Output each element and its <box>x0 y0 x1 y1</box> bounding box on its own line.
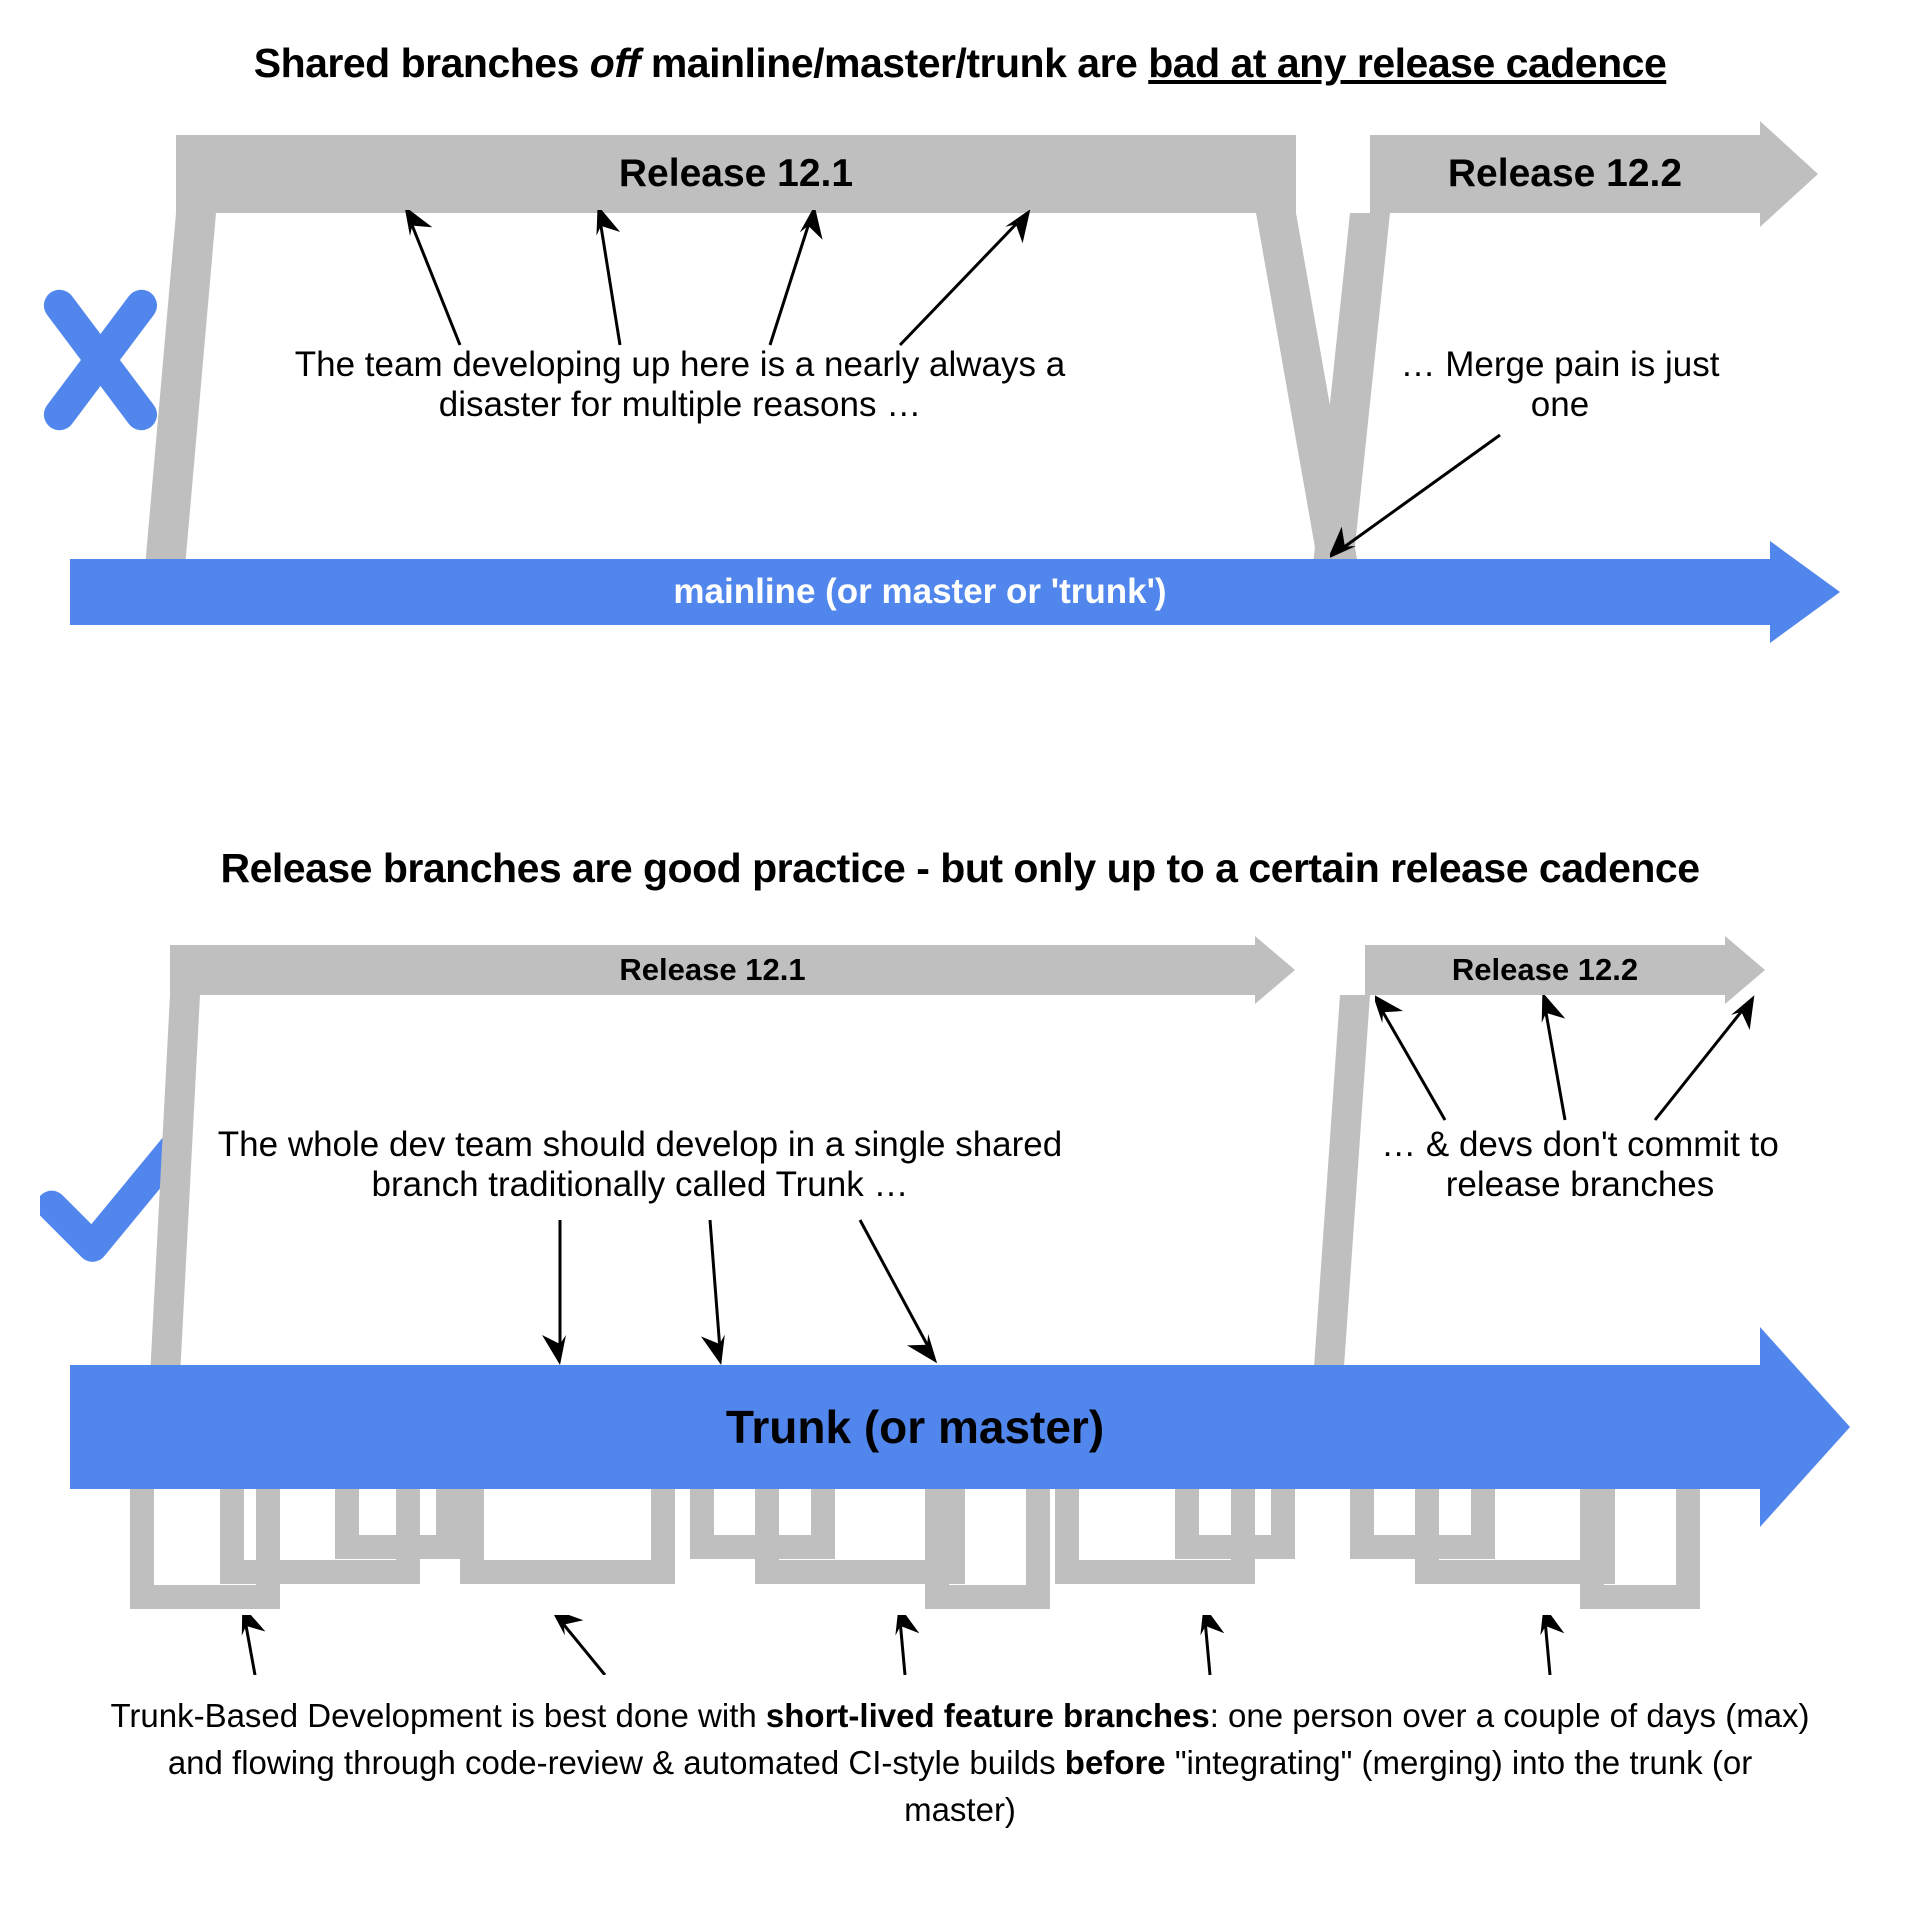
top-heading: Shared branches off mainline/master/trun… <box>70 40 1850 87</box>
release-12-2-arrowhead <box>1725 936 1765 1004</box>
feature-branch <box>335 1489 460 1559</box>
trunk-label: Trunk (or master) <box>726 1400 1104 1454</box>
release-12-2-label: Release 12.2 <box>1448 152 1682 196</box>
feature-branch <box>925 1489 1050 1609</box>
release-12-1-band: Release 12.1 <box>170 945 1255 995</box>
bottom-annotation-main: The whole dev team should develop in a s… <box>180 1125 1100 1205</box>
feature-branch <box>1175 1489 1295 1559</box>
release-12-1-label: Release 12.1 <box>619 952 805 988</box>
top-heading-part2: mainline/master/trunk are <box>640 40 1148 86</box>
bottom-annotation-right: … & devs don't commit to release branche… <box>1360 1125 1800 1205</box>
feature-branch <box>460 1489 675 1584</box>
mainline-arrowhead <box>1770 541 1840 643</box>
release-12-2-band: Release 12.2 <box>1365 945 1725 995</box>
top-annotation-main: The team developing up here is a nearly … <box>270 345 1090 425</box>
arrows-up-icon <box>320 210 1100 355</box>
good-pattern-section: Release branches are good practice - but… <box>70 845 1850 1845</box>
top-heading-part1: Shared branches <box>254 40 590 86</box>
arrows-release-icon <box>1375 995 1775 1135</box>
release-12-1-band: Release 12.1 <box>176 135 1296 213</box>
merge-arrow-icon <box>1330 430 1530 570</box>
release-12-1-label: Release 12.1 <box>619 152 853 196</box>
arrows-down-icon <box>490 1215 1010 1365</box>
bad-pattern-section: Shared branches off mainline/master/trun… <box>70 40 1850 660</box>
release-12-2-label: Release 12.2 <box>1452 952 1638 988</box>
trunk-arrow: Trunk (or master) <box>70 1365 1760 1489</box>
cross-icon <box>40 280 170 440</box>
tbd-diagram: Shared branches off mainline/master/trun… <box>70 40 1850 1860</box>
top-heading-off: off <box>590 40 640 86</box>
release-12-2-arrowhead <box>1760 121 1818 227</box>
top-heading-bad: bad at any release cadence <box>1148 40 1666 86</box>
caption-box: Trunk-Based Development is best done wit… <box>70 1675 1850 1835</box>
caption-pre: Trunk-Based Development is best done wit… <box>110 1697 765 1734</box>
top-annotation-merge: … Merge pain is just one <box>1400 345 1720 425</box>
mainline-arrow: mainline (or master or 'trunk') <box>70 559 1770 625</box>
feature-branch <box>1580 1489 1700 1609</box>
caption-bold-1: short-lived feature branches <box>766 1697 1210 1734</box>
release-12-1-arrowhead <box>1255 936 1295 1004</box>
release-12-2-band: Release 12.2 <box>1370 135 1760 213</box>
mainline-label: mainline (or master or 'trunk') <box>673 572 1166 612</box>
bottom-heading: Release branches are good practice - but… <box>70 845 1850 892</box>
trunk-arrowhead <box>1760 1327 1850 1527</box>
caption-bold-2: before <box>1065 1744 1166 1781</box>
